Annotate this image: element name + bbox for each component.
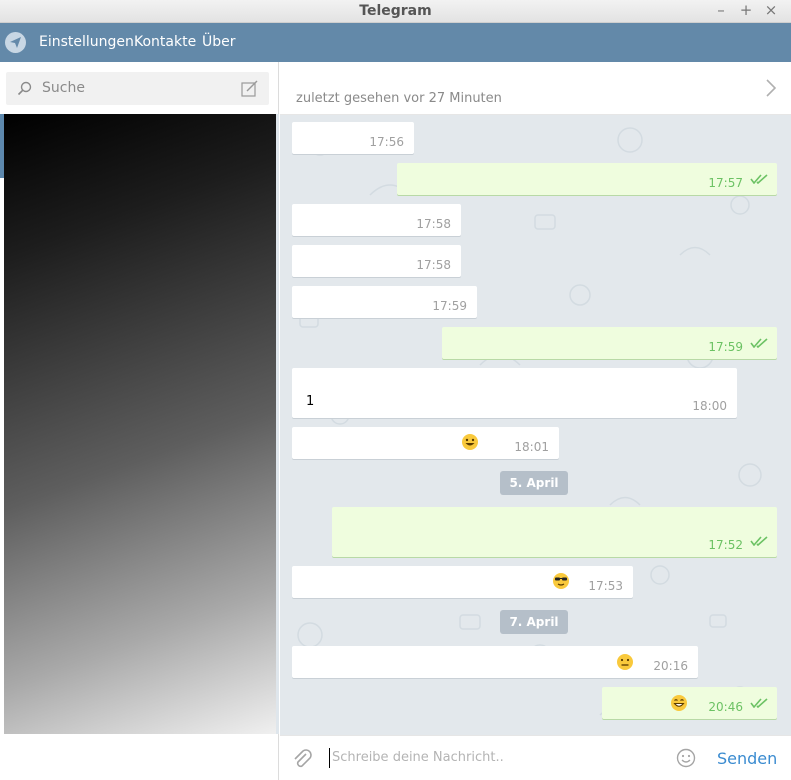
- active-chat-marker: [0, 114, 4, 178]
- double-check-icon: [750, 169, 768, 188]
- search-box[interactable]: Suche: [6, 72, 269, 105]
- chat-header: zuletzt gesehen vor 27 Minuten: [280, 62, 791, 115]
- send-button[interactable]: Senden: [717, 749, 777, 768]
- message-time: 17:58: [416, 258, 451, 272]
- menu-bar: Einstellungen Kontakte Über: [0, 23, 791, 62]
- close-button[interactable]: ×: [762, 1, 780, 19]
- sidebar: Suche: [0, 62, 279, 780]
- message-bubble[interactable]: 20:46: [602, 687, 777, 719]
- menu-contacts[interactable]: Kontakte: [134, 34, 196, 50]
- message-time: 17:57: [708, 176, 743, 190]
- message-time: 20:46: [708, 700, 743, 714]
- message-time: 18:00: [692, 399, 727, 413]
- message-bubble[interactable]: 17:53: [292, 566, 633, 598]
- message-time: 20:16: [653, 659, 688, 673]
- message-time: 17:58: [416, 217, 451, 231]
- emoji-picker-icon[interactable]: [676, 748, 696, 772]
- grinning-emoji-icon: [671, 695, 687, 711]
- search-icon: [17, 81, 33, 101]
- neutral-face-emoji-icon: [617, 654, 633, 670]
- message-time: 18:01: [514, 440, 549, 454]
- double-check-icon: [750, 693, 768, 712]
- menu-settings[interactable]: Einstellungen: [39, 34, 134, 50]
- message-bubble[interactable]: 17:56: [292, 122, 414, 154]
- message-bubble[interactable]: 18:01: [292, 427, 559, 459]
- search-input[interactable]: Suche: [42, 80, 85, 96]
- smiley-emoji-icon: [462, 434, 478, 450]
- double-check-icon: [750, 333, 768, 352]
- message-bubble[interactable]: 1 18:00: [292, 368, 737, 418]
- maximize-button[interactable]: +: [737, 1, 755, 19]
- message-bubble[interactable]: 17:52: [332, 507, 777, 557]
- minimize-button[interactable]: –: [712, 1, 730, 19]
- telegram-window: Telegram – + × Einstellungen Kontakte Üb…: [0, 0, 791, 780]
- sidebar-scrollbar[interactable]: [276, 114, 279, 734]
- message-time: 17:59: [432, 299, 467, 313]
- message-text: 1: [306, 394, 315, 409]
- message-input[interactable]: Schreibe deine Nachricht..: [332, 750, 504, 765]
- message-time: 17:52: [708, 538, 743, 552]
- date-separator: 5. April: [500, 471, 568, 495]
- message-time: 17:59: [708, 340, 743, 354]
- title-bar: Telegram – + ×: [0, 0, 791, 23]
- message-bubble[interactable]: 20:16: [292, 646, 698, 678]
- telegram-logo-icon: [5, 32, 26, 53]
- compose-icon[interactable]: [241, 80, 259, 102]
- text-cursor: [329, 748, 330, 768]
- message-time: 17:56: [369, 135, 404, 149]
- chevron-right-icon[interactable]: [766, 79, 777, 101]
- chat-list-redacted: [4, 114, 277, 734]
- message-bubble[interactable]: 17:59: [442, 327, 777, 359]
- message-bubble[interactable]: 17:57: [397, 163, 777, 195]
- message-bubble[interactable]: 17:59: [292, 286, 477, 318]
- menu-about[interactable]: Über: [202, 34, 236, 50]
- attach-icon[interactable]: [291, 748, 313, 774]
- message-time: 17:53: [588, 579, 623, 593]
- message-input-bar: Schreibe deine Nachricht.. Senden: [280, 735, 791, 780]
- date-separator: 7. April: [500, 610, 568, 634]
- window-title: Telegram: [359, 3, 432, 19]
- double-check-icon: [750, 531, 768, 550]
- message-area[interactable]: 17:56 17:57 17:58 17:58 17:59 17:59 1 18…: [280, 115, 791, 735]
- sunglasses-emoji-icon: [553, 573, 569, 589]
- message-bubble[interactable]: 17:58: [292, 204, 461, 236]
- last-seen-status: zuletzt gesehen vor 27 Minuten: [296, 91, 502, 106]
- message-bubble[interactable]: 17:58: [292, 245, 461, 277]
